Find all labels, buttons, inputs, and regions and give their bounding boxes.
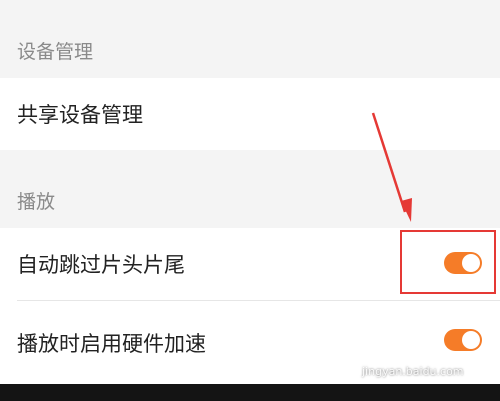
section-header-label: 设备管理 <box>17 41 94 63</box>
section-header-label: 播放 <box>17 191 56 213</box>
settings-item-label: 共享设备管理 <box>17 103 143 127</box>
bottom-bar <box>0 384 500 401</box>
section-header-device-management: 设备管理 <box>0 0 500 78</box>
settings-item-label: 自动跳过片头片尾 <box>17 253 185 277</box>
settings-screen: 设备管理 共享设备管理 播放 自动跳过片头片尾 播放时启用硬件加速 jingya… <box>0 0 500 401</box>
section-header-playback: 播放 <box>0 150 500 228</box>
settings-item-shared-device-management[interactable]: 共享设备管理 <box>0 78 500 150</box>
settings-item-label: 播放时启用硬件加速 <box>17 331 206 356</box>
watermark-text: jingyan.baidu.com <box>362 365 464 378</box>
hardware-acceleration-toggle[interactable] <box>444 329 482 351</box>
annotation-highlight-box <box>400 230 496 294</box>
toggle-knob <box>462 331 480 349</box>
